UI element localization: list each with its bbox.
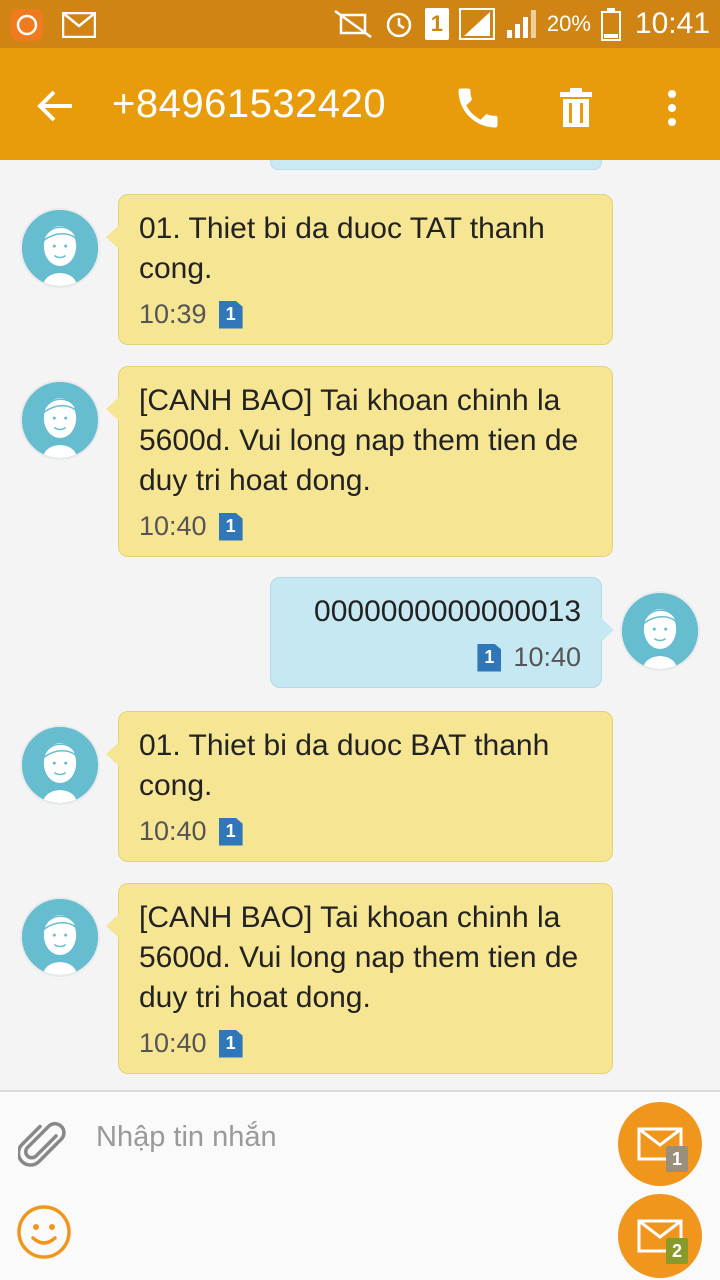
message-text: [CANH BAO] Tai khoan chinh la 5600d. Vui… <box>139 384 579 497</box>
person-icon <box>622 593 698 669</box>
message-list[interactable]: 01. Thiet bi da duoc TAT thanh cong. 10:… <box>0 160 720 1090</box>
send-sim2-button[interactable]: 2 <box>618 1194 702 1278</box>
contact-avatar[interactable] <box>20 725 100 805</box>
message-time: 10:40 <box>139 816 207 846</box>
signal-icon <box>506 10 536 38</box>
app-bar: +84961532420 <box>0 48 720 160</box>
contact-avatar[interactable] <box>20 897 100 977</box>
message-time: 10:40 <box>513 642 581 672</box>
mail-icon <box>62 12 96 38</box>
contact-avatar[interactable] <box>20 208 100 288</box>
app-notification-icon <box>11 9 43 41</box>
back-button[interactable] <box>28 78 84 134</box>
message-meta: 10:39 1 <box>139 299 592 330</box>
phone-icon <box>458 88 498 128</box>
incoming-message-bubble[interactable]: 01. Thiet bi da duoc BAT thanh cong. 10:… <box>106 711 613 862</box>
more-options-button[interactable] <box>650 82 694 134</box>
call-button[interactable] <box>452 82 504 134</box>
incoming-message-bubble[interactable]: [CANH BAO] Tai khoan chinh la 5600d. Vui… <box>106 366 613 557</box>
message-text: 01. Thiet bi da duoc BAT thanh cong. <box>139 729 550 802</box>
message-time: 10:40 <box>139 511 207 541</box>
trash-icon <box>560 88 592 127</box>
message-item: [CANH BAO] Tai khoan chinh la 5600d. Vui… <box>0 883 720 1074</box>
message-item: 0000000000000013 1 10:40 <box>0 577 720 689</box>
more-vert-icon <box>668 90 676 126</box>
composer-bar: 1 2 <box>0 1090 720 1280</box>
send-sim1-button[interactable]: 1 <box>618 1102 702 1186</box>
message-meta: 10:40 1 <box>139 511 592 542</box>
message-time: 10:39 <box>139 299 207 329</box>
back-arrow-icon <box>37 90 72 122</box>
message-meta: 10:40 1 <box>139 1028 592 1059</box>
message-meta: 1 10:40 <box>291 642 581 673</box>
person-icon <box>22 382 98 458</box>
message-time: 10:40 <box>139 1028 207 1058</box>
message-item: [CANH BAO] Tai khoan chinh la 5600d. Vui… <box>0 366 720 557</box>
sim-icon: 1 <box>477 643 502 672</box>
sim-icon: 1 <box>218 300 243 329</box>
message-text: [CANH BAO] Tai khoan chinh la 5600d. Vui… <box>139 901 579 1014</box>
person-icon <box>22 210 98 286</box>
battery-percent: 20% <box>546 11 591 36</box>
sim-icon: 1 <box>218 817 243 846</box>
message-item: 01. Thiet bi da duoc TAT thanh cong. 10:… <box>0 194 720 345</box>
person-icon <box>22 899 98 975</box>
previous-message-partial <box>270 160 602 170</box>
sim-icon: 1 <box>218 512 243 541</box>
attach-button[interactable] <box>16 1120 70 1172</box>
delete-button[interactable] <box>550 82 602 134</box>
status-bar: 1 20% 10:41 <box>0 0 720 48</box>
message-meta: 10:40 1 <box>139 816 592 847</box>
signal-icon <box>458 8 495 40</box>
incoming-message-bubble[interactable]: [CANH BAO] Tai khoan chinh la 5600d. Vui… <box>106 883 613 1074</box>
mute-icon <box>334 9 372 39</box>
sim-slot-badge: 1 <box>424 8 449 40</box>
battery-icon <box>600 8 621 41</box>
sim-icon: 1 <box>218 1029 243 1058</box>
clock: 10:41 <box>634 7 710 40</box>
person-icon <box>22 727 98 803</box>
message-text: 01. Thiet bi da duoc TAT thanh cong. <box>139 212 545 285</box>
conversation-title: +84961532420 <box>112 82 387 126</box>
contact-avatar[interactable] <box>20 380 100 460</box>
emoji-icon <box>17 1205 71 1259</box>
sim2-badge: 2 <box>666 1238 688 1264</box>
message-input[interactable] <box>96 1112 596 1162</box>
alarm-icon <box>386 12 412 38</box>
emoji-button[interactable] <box>14 1202 74 1262</box>
message-item: 01. Thiet bi da duoc BAT thanh cong. 10:… <box>0 711 720 862</box>
paperclip-icon <box>16 1122 66 1167</box>
incoming-message-bubble[interactable]: 01. Thiet bi da duoc TAT thanh cong. 10:… <box>106 194 613 345</box>
sim1-badge: 1 <box>666 1146 688 1172</box>
message-text: 0000000000000013 <box>314 595 581 628</box>
my-avatar[interactable] <box>620 591 700 671</box>
outgoing-message-bubble[interactable]: 0000000000000013 1 10:40 <box>270 577 614 688</box>
